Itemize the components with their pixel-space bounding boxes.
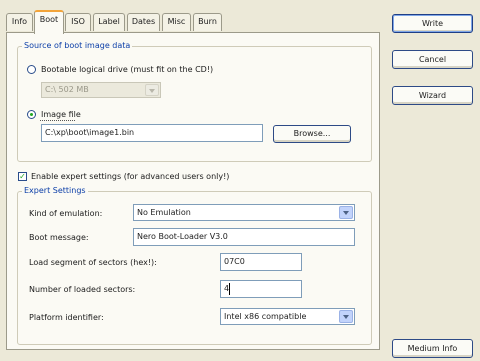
boot-source-group <box>17 46 372 162</box>
chevron-down-icon[interactable] <box>339 206 353 219</box>
tab-misc[interactable]: Misc <box>162 13 191 31</box>
platform-select[interactable]: Intel x86 compatible <box>220 308 355 325</box>
loaded-sectors-input[interactable]: 4 <box>220 280 302 298</box>
emulation-value: No Emulation <box>137 208 191 217</box>
bootable-drive-label: Bootable logical drive (must fit on the … <box>41 65 214 74</box>
medium-info-button[interactable]: Medium Info <box>392 339 473 358</box>
text-cursor <box>229 283 230 295</box>
load-segment-label: Load segment of sectors (hex!): <box>29 258 157 267</box>
wizard-button[interactable]: Wizard <box>392 86 473 105</box>
boot-tab-panel: Source of boot image data Bootable logic… <box>6 32 380 350</box>
chevron-down-icon[interactable] <box>339 310 353 323</box>
platform-value: Intel x86 compatible <box>224 312 307 321</box>
logical-drive-select[interactable]: C:\ 502 MB <box>41 82 161 98</box>
tab-burn[interactable]: Burn <box>193 13 222 31</box>
bootable-drive-radio[interactable] <box>27 65 36 74</box>
tab-info[interactable]: Info <box>6 13 33 31</box>
boot-source-title: Source of boot image data <box>22 41 133 50</box>
emulation-label: Kind of emulation: <box>29 209 103 218</box>
focus-rect <box>40 120 75 121</box>
write-button[interactable]: Write <box>392 14 473 33</box>
logical-drive-value: C:\ 502 MB <box>45 85 89 94</box>
tab-boot[interactable]: Boot <box>34 10 64 34</box>
platform-label: Platform identifier: <box>29 313 104 322</box>
image-file-path-input[interactable]: C:\xp\boot\image1.bin <box>41 124 263 142</box>
tab-dates[interactable]: Dates <box>127 13 160 31</box>
emulation-select[interactable]: No Emulation <box>133 204 355 221</box>
expert-settings-title: Expert Settings <box>22 186 88 195</box>
loaded-sectors-label: Number of loaded sectors: <box>29 285 136 294</box>
tab-label[interactable]: Label <box>93 13 125 31</box>
boot-message-input[interactable]: Nero Boot-Loader V3.0 <box>133 228 355 246</box>
cancel-button[interactable]: Cancel <box>392 50 473 69</box>
load-segment-input[interactable]: 07C0 <box>220 253 302 271</box>
chevron-down-icon[interactable] <box>145 84 159 96</box>
enable-expert-label: Enable expert settings (for advanced use… <box>31 172 230 181</box>
image-file-label: Image file <box>41 110 81 119</box>
enable-expert-checkbox[interactable]: ✓ <box>18 172 27 181</box>
browse-button[interactable]: Browse... <box>273 125 351 143</box>
tab-iso[interactable]: ISO <box>65 13 91 31</box>
image-file-radio[interactable] <box>27 110 36 119</box>
boot-message-label: Boot message: <box>29 233 89 242</box>
